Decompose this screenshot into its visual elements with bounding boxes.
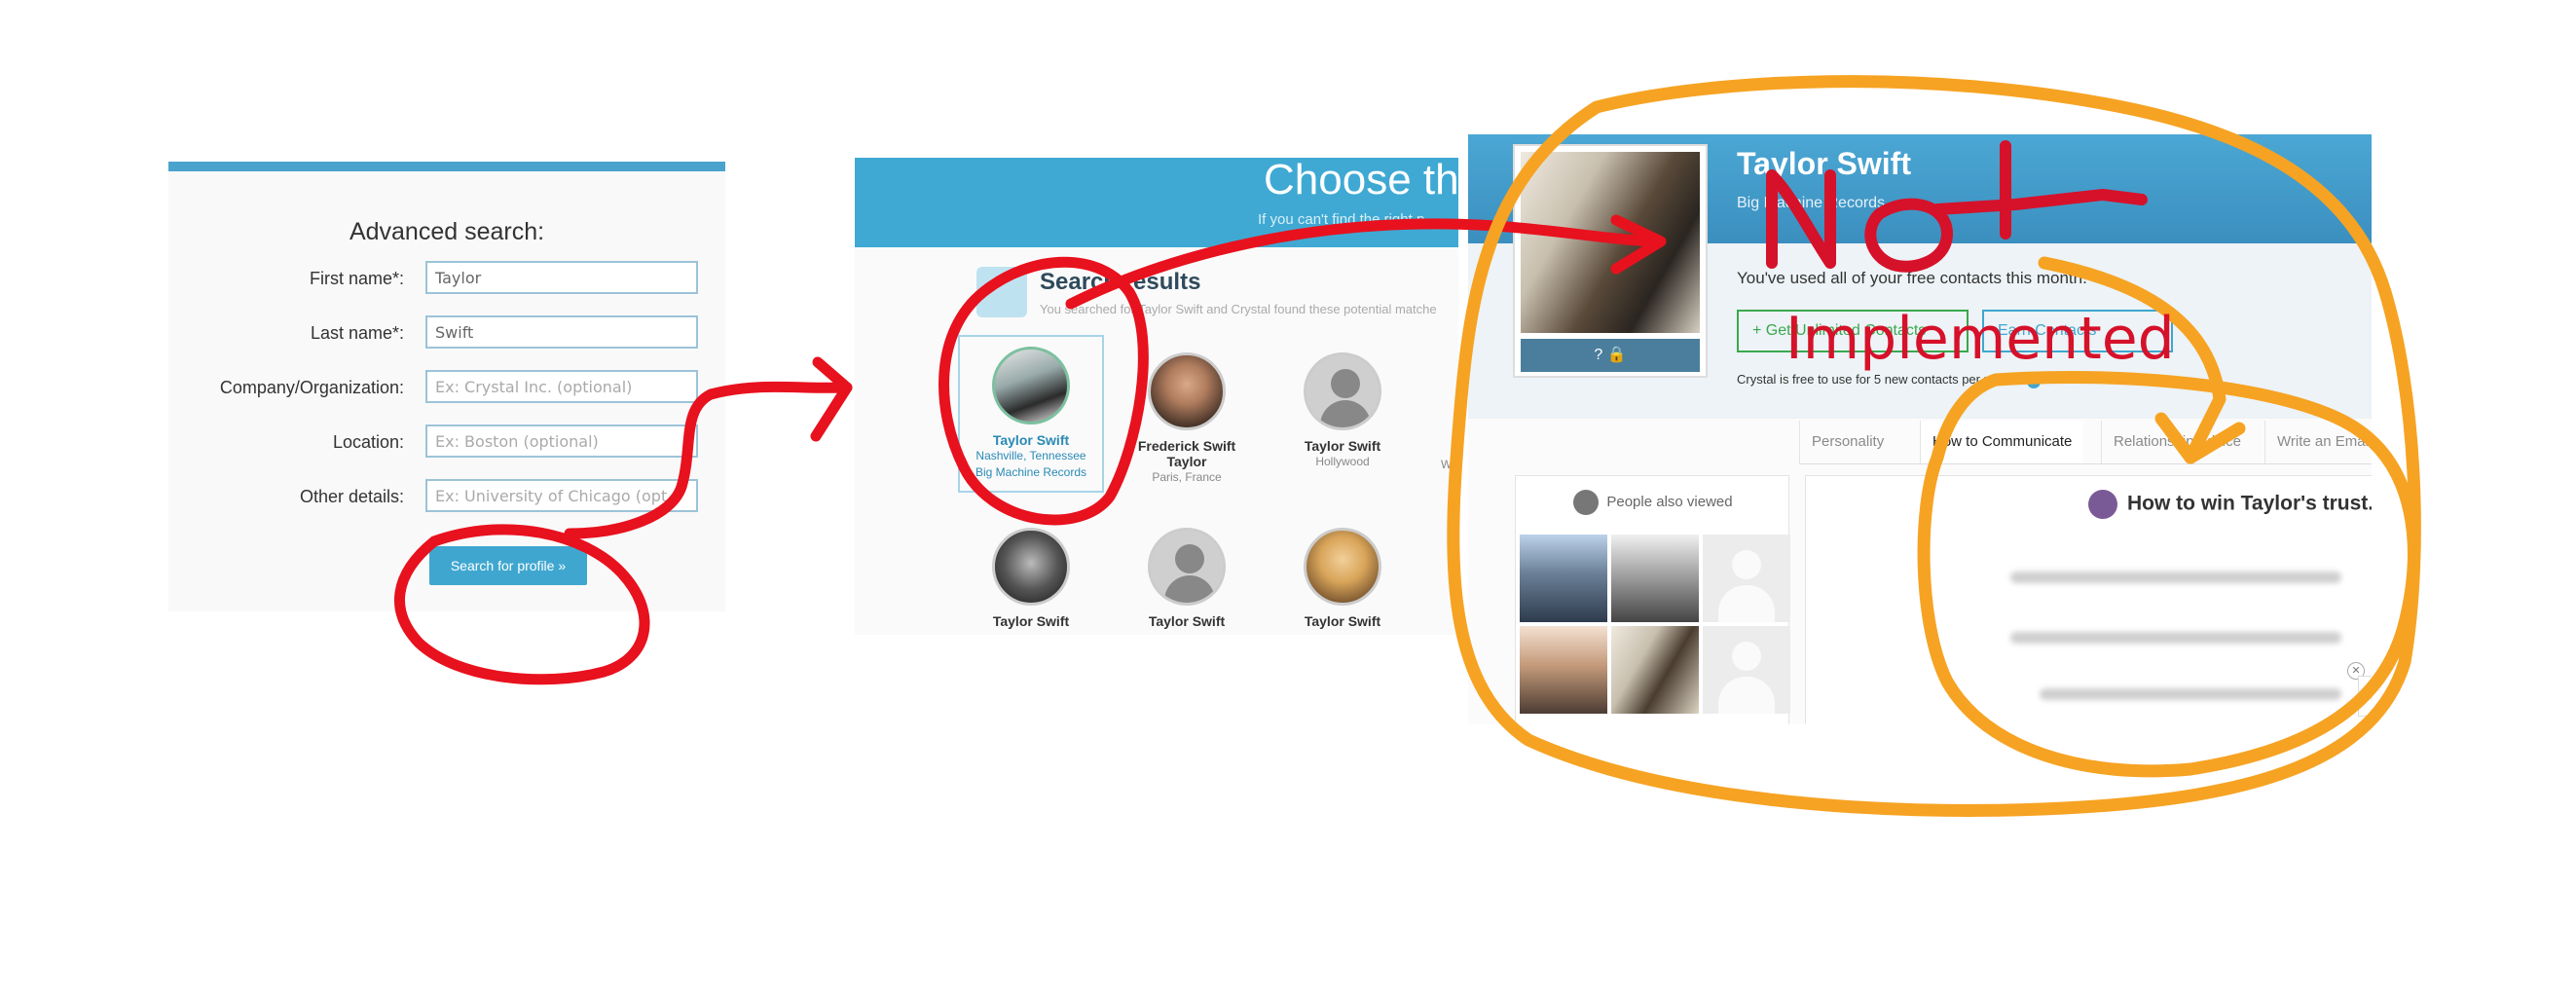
avatar [992,347,1070,425]
first-name-input[interactable]: Taylor [425,261,698,294]
choose-profile-banner: Choose the If you can't find the right p [855,158,1458,247]
result-location: Hollywood [1315,455,1370,468]
blurred-advice-line [2010,632,2341,644]
result-card[interactable]: Taylor Swift [958,528,1104,629]
contacts-used-text: You've used all of your free contacts th… [1737,269,2087,287]
avatar [992,528,1070,606]
last-name-input[interactable]: Swift [425,315,698,349]
advanced-search-panel: Advanced search: First name*: Taylor Las… [168,162,725,611]
result-name: Taylor Swift [992,613,1070,629]
viewed-profile-thumbnail[interactable] [1611,535,1699,622]
people-also-viewed-label: People also viewed [1606,493,1733,510]
result-name: Taylor Swift [1304,613,1381,629]
other-details-row: Other details: Ex: University of Chicago… [168,479,725,516]
last-name-row: Last name*: Swift [168,315,725,352]
search-results-title: Search results [1040,269,1201,295]
choose-profile-panel: Choose the If you can't find the right p… [855,158,1458,635]
result-name: Taylor Swift [992,432,1070,448]
viewed-profile-thumbnail[interactable] [1611,626,1699,714]
cut-off-text: W [1441,458,1453,471]
profile-photo-frame: ? 🔒 [1513,144,1708,378]
avatar [1148,528,1226,606]
red-arrow-head-1 [810,356,853,442]
other-details-label: Other details: [299,487,404,506]
avatar [1304,528,1381,606]
help-icon[interactable]: ? [2026,375,2041,388]
trust-title: How to win Taylor's trust... [2088,490,2372,519]
first-name-label: First name*: [309,269,404,288]
result-location: Paris, France [1152,470,1222,484]
result-card[interactable]: Taylor Swift Nashville, Tennessee Big Ma… [958,335,1104,493]
how-to-win-trust-box: How to win Taylor's trust... [1805,475,2372,724]
search-for-profile-button[interactable]: Search for profile » [429,546,587,585]
result-card[interactable]: Taylor Swift Hollywood [1270,352,1416,470]
profile-company: Big Machine Records [1737,195,1886,211]
company-row: Company/Organization: Ex: Crystal Inc. (… [168,370,725,407]
result-card[interactable]: Taylor Swift [1270,528,1416,629]
feedback-tab[interactable]: Fe [2358,676,2372,717]
advanced-search-heading: Advanced search: [349,218,545,245]
tab-personality[interactable]: Personality [1799,421,1895,463]
lightbulb-icon [2088,490,2117,519]
blurred-advice-line [2010,572,2341,583]
tab-write-an-email[interactable]: Write an Email [2264,421,2372,463]
profile-name: Taylor Swift [1737,146,1911,181]
avatar [1304,352,1381,430]
result-name: Taylor Swift [1148,613,1226,629]
people-icon [1573,490,1600,515]
blurred-advice-line [2040,688,2341,700]
banner-title: Choose the [1264,158,1458,203]
other-details-input[interactable]: Ex: University of Chicago (opt [425,479,698,512]
viewed-profile-thumbnail[interactable] [1703,626,1790,714]
tab-relationship-advice[interactable]: Relationship Advice [2101,421,2253,463]
viewed-profile-thumbnail[interactable] [1703,535,1790,622]
tab-how-to-communicate[interactable]: How to Communicate [1920,421,2084,463]
location-row: Location: Ex: Boston (optional) [168,425,725,462]
viewed-profile-thumbnail[interactable] [1520,626,1607,714]
result-location: Nashville, Tennessee [975,449,1086,462]
viewed-profile-thumbnail[interactable] [1520,535,1607,622]
profile-panel: ? 🔒 Taylor Swift Big Machine Records You… [1468,134,2372,724]
avatar [1148,352,1226,430]
people-also-viewed-box: People also viewed [1515,475,1790,724]
result-company: Big Machine Records [975,465,1087,479]
company-input[interactable]: Ex: Crystal Inc. (optional) [425,370,698,403]
result-card[interactable]: Taylor Swift [1114,528,1260,629]
location-label: Location: [332,432,404,452]
last-name-label: Last name*: [310,323,404,343]
location-input[interactable]: Ex: Boston (optional) [425,425,698,458]
result-card[interactable]: Frederick Swift Taylor Paris, France [1114,352,1260,486]
implemented-annotation-text: Implemented [1785,305,2175,373]
photo-bar-icons[interactable]: ? 🔒 [1521,339,1700,372]
search-results-subtitle: You searched for Taylor Swift and Crysta… [1040,302,1437,316]
first-name-row: First name*: Taylor [168,261,725,298]
result-name: Taylor Swift [1304,438,1381,454]
profile-photo [1521,152,1700,333]
company-label: Company/Organization: [219,378,404,397]
profile-tabs: Personality How to Communicate Relations… [1799,421,2372,464]
free-note-text: Crystal is free to use for 5 new contact… [1737,372,2019,387]
people-group-icon [976,267,1027,317]
banner-subtitle: If you can't find the right p [1258,211,1425,228]
people-also-viewed-title: People also viewed [1516,490,1790,515]
free-contacts-note: Crystal is free to use for 5 new contact… [1737,372,2041,388]
trust-title-text: How to win Taylor's trust... [2127,492,2372,515]
result-name: Frederick Swift Taylor [1137,438,1236,469]
